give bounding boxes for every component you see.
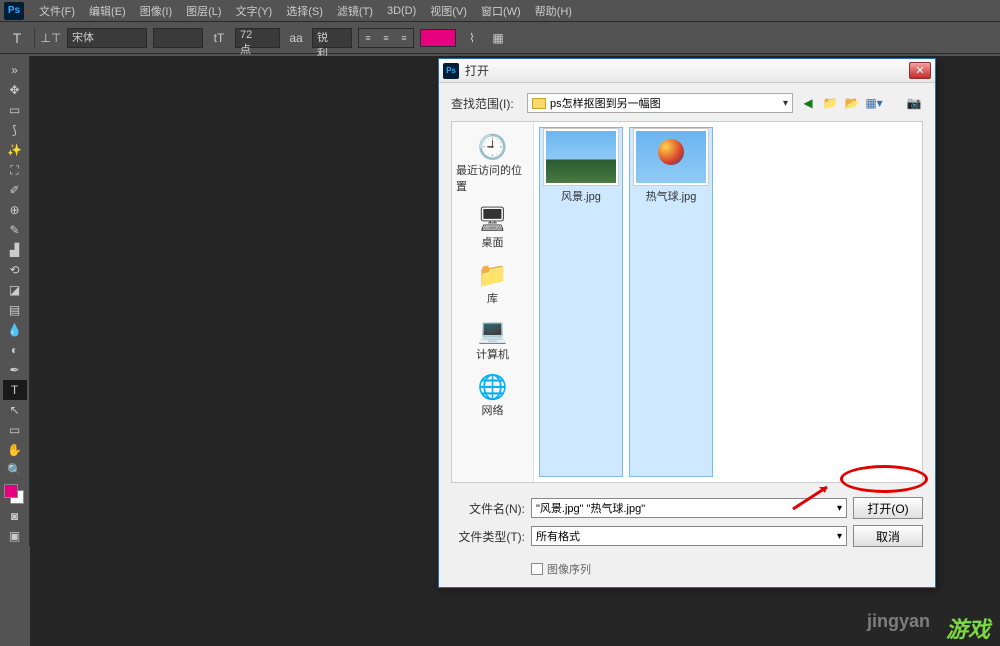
font-select[interactable]: 宋体 xyxy=(67,28,147,48)
align-group: ≡ ≡ ≡ xyxy=(358,28,414,48)
recent-icon: 🕘 xyxy=(476,132,510,162)
aa-select[interactable]: 锐利 xyxy=(312,28,352,48)
screenmode-tool[interactable]: ▣ xyxy=(3,526,27,546)
close-button[interactable]: ✕ xyxy=(909,62,931,79)
dialog-title: 打开 xyxy=(465,62,909,79)
thumb-balloon xyxy=(636,131,706,183)
sequence-checkbox[interactable] xyxy=(531,563,543,575)
path-combobox[interactable]: ps怎样抠图到另一幅图 xyxy=(527,93,793,113)
computer-icon: 💻 xyxy=(476,316,510,346)
menu-3d[interactable]: 3D(D) xyxy=(380,5,423,17)
menu-edit[interactable]: 编辑(E) xyxy=(82,3,133,19)
type-tool[interactable]: T xyxy=(3,380,27,400)
filename-label: 文件名(N): xyxy=(451,500,525,517)
filetype-select[interactable]: 所有格式 xyxy=(531,526,847,546)
dodge-tool[interactable]: ◐ xyxy=(3,340,27,360)
filename-input[interactable]: "风景.jpg" "热气球.jpg" xyxy=(531,498,847,518)
move-tool[interactable]: ✥ xyxy=(3,80,27,100)
dialog-ps-icon: Ps xyxy=(443,63,459,79)
align-right[interactable]: ≡ xyxy=(395,29,413,47)
watermark-logo: 游戏 xyxy=(946,612,990,644)
file-item[interactable]: 风景.jpg xyxy=(540,128,622,476)
menu-help[interactable]: 帮助(H) xyxy=(528,3,579,19)
menu-filter[interactable]: 滤镜(T) xyxy=(330,3,380,19)
libraries-icon: 📁 xyxy=(476,260,510,290)
align-left[interactable]: ≡ xyxy=(359,29,377,47)
extra-icon[interactable]: 📷 xyxy=(905,94,923,112)
color-swatches[interactable] xyxy=(4,484,26,506)
watermark-text: jingyan xyxy=(867,611,930,632)
place-libraries[interactable]: 📁 库 xyxy=(472,256,514,310)
path-tool[interactable]: ↖ xyxy=(3,400,27,420)
network-icon: 🌐 xyxy=(476,372,510,402)
new-folder-icon[interactable]: 📂 xyxy=(843,94,861,112)
brush-tool[interactable]: ✎ xyxy=(3,220,27,240)
nav-up-icon[interactable]: 📁 xyxy=(821,94,839,112)
eyedropper-tool[interactable]: ✐ xyxy=(3,180,27,200)
lasso-tool[interactable]: ⟆ xyxy=(3,120,27,140)
align-center[interactable]: ≡ xyxy=(377,29,395,47)
type-tool-icon[interactable]: T xyxy=(6,27,28,49)
quickmask-tool[interactable]: ◙ xyxy=(3,506,27,526)
cancel-button[interactable]: 取消 xyxy=(853,525,923,547)
font-size-select[interactable]: 72 点 xyxy=(235,28,280,48)
font-style-select[interactable] xyxy=(153,28,203,48)
menu-file[interactable]: 文件(F) xyxy=(32,3,82,19)
tools-panel: » ✥ ▭ ⟆ ✨ ⛶ ✐ ⊕ ✎ ▟ ⟲ ◪ ▤ 💧 ◐ ✒ T ↖ ▭ ✋ … xyxy=(0,56,30,546)
menu-type[interactable]: 文字(Y) xyxy=(229,3,280,19)
fg-color[interactable] xyxy=(4,484,18,498)
desktop-icon: 🖥 xyxy=(476,204,510,234)
panel-toggle-icon[interactable]: ▦ xyxy=(488,28,508,48)
menu-layer[interactable]: 图层(L) xyxy=(179,3,228,19)
options-bar: T ⊥⊤ 宋体 tT 72 点 aa 锐利 ≡ ≡ ≡ ⌇ ▦ xyxy=(0,22,1000,54)
menu-view[interactable]: 视图(V) xyxy=(423,3,474,19)
file-item[interactable]: 热气球.jpg xyxy=(630,128,712,476)
sequence-label: 图像序列 xyxy=(547,561,591,577)
eraser-tool[interactable]: ◪ xyxy=(3,280,27,300)
path-label: 查找范围(I): xyxy=(451,95,521,112)
dialog-title-bar[interactable]: Ps 打开 ✕ xyxy=(439,59,935,83)
size-icon: tT xyxy=(209,28,229,48)
ps-logo: Ps xyxy=(4,2,24,20)
open-button[interactable]: 打开(O) xyxy=(853,497,923,519)
menu-window[interactable]: 窗口(W) xyxy=(474,3,528,19)
menu-bar: Ps 文件(F) 编辑(E) 图像(I) 图层(L) 文字(Y) 选择(S) 滤… xyxy=(0,0,1000,22)
magic-wand-tool[interactable]: ✨ xyxy=(3,140,27,160)
place-network[interactable]: 🌐 网络 xyxy=(472,368,514,422)
path-value: ps怎样抠图到另一幅图 xyxy=(550,95,661,111)
history-brush-tool[interactable]: ⟲ xyxy=(3,260,27,280)
place-desktop[interactable]: 🖥 桌面 xyxy=(472,200,514,254)
menu-image[interactable]: 图像(I) xyxy=(133,3,179,19)
file-list[interactable]: 风景.jpg 热气球.jpg xyxy=(534,122,922,482)
crop-tool[interactable]: ⛶ xyxy=(3,160,27,180)
warp-text-icon[interactable]: ⌇ xyxy=(462,28,482,48)
stamp-tool[interactable]: ▟ xyxy=(3,240,27,260)
menu-select[interactable]: 选择(S) xyxy=(279,3,330,19)
healing-tool[interactable]: ⊕ xyxy=(3,200,27,220)
folder-icon xyxy=(532,98,546,109)
marquee-tool[interactable]: ▭ xyxy=(3,100,27,120)
hand-tool[interactable]: ✋ xyxy=(3,440,27,460)
gradient-tool[interactable]: ▤ xyxy=(3,300,27,320)
open-dialog: Ps 打开 ✕ 查找范围(I): ps怎样抠图到另一幅图 ◀ 📁 📂 ▦▾ 📷 … xyxy=(438,58,936,588)
thumb-landscape xyxy=(546,131,616,183)
nav-back-icon[interactable]: ◀ xyxy=(799,94,817,112)
pen-tool[interactable]: ✒ xyxy=(3,360,27,380)
shape-tool[interactable]: ▭ xyxy=(3,420,27,440)
places-bar: 🕘 最近访问的位置 🖥 桌面 📁 库 💻 计算机 🌐 网络 xyxy=(452,122,534,482)
file-name: 热气球.jpg xyxy=(646,188,697,204)
view-menu-icon[interactable]: ▦▾ xyxy=(865,94,883,112)
file-name: 风景.jpg xyxy=(561,188,601,204)
place-recent[interactable]: 🕘 最近访问的位置 xyxy=(452,128,533,198)
text-color-swatch[interactable] xyxy=(420,29,456,47)
zoom-tool[interactable]: 🔍 xyxy=(3,460,27,480)
filetype-label: 文件类型(T): xyxy=(451,528,525,545)
place-computer[interactable]: 💻 计算机 xyxy=(472,312,514,366)
divider xyxy=(34,28,35,48)
collapse-icon[interactable]: » xyxy=(3,60,27,80)
aa-icon: aa xyxy=(286,28,306,48)
orientation-icon[interactable]: ⊥⊤ xyxy=(41,28,61,48)
blur-tool[interactable]: 💧 xyxy=(3,320,27,340)
